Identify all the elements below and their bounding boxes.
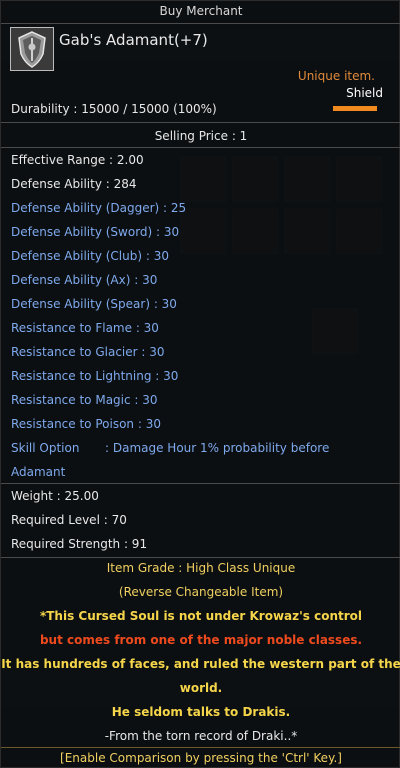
stat-defense-ax: Defense Ability (Ax) : 30 (11, 273, 158, 287)
skill-option-text: : Damage Hour 1% probability before (105, 441, 330, 455)
lore-line: *This Cursed Soul is not under Krowaz's … (39, 609, 363, 623)
item-tooltip: Buy Merchant Gab's Adamant(+7) Unique it… (0, 0, 400, 768)
stat-defense-dagger: Defense Ability (Dagger) : 25 (11, 201, 187, 215)
selling-price: Selling Price : 1 (154, 129, 248, 143)
lore-source: -From the torn record of Draki..* (104, 729, 298, 743)
stat-defense-spear: Defense Ability (Spear) : 30 (11, 297, 177, 311)
item-type: Shield (346, 86, 383, 100)
lore-line: world. (179, 681, 223, 695)
rarity-label: Unique item. (297, 69, 375, 83)
lore-line: It has hundreds of faces, and ruled the … (1, 657, 400, 671)
skill-option-label: Skill Option (11, 441, 80, 455)
durability: Durability : 15000 / 15000 (100%) (11, 102, 217, 116)
stat-defense-sword: Defense Ability (Sword) : 30 (11, 225, 180, 239)
item-type-bar (333, 106, 377, 111)
required-level: Required Level : 70 (11, 513, 127, 527)
required-strength: Required Strength : 91 (11, 537, 148, 551)
comparison-hint: [Enable Comparison by pressing the 'Ctrl… (60, 751, 342, 765)
divider (1, 483, 400, 484)
stat-defense: Defense Ability : 284 (11, 177, 137, 191)
weight: Weight : 25.00 (11, 489, 99, 503)
reverse-changeable: (Reverse Changeable Item) (118, 585, 284, 599)
stat-resist-glacier: Resistance to Glacier : 30 (11, 345, 165, 359)
stat-resist-lightning: Resistance to Lightning : 30 (11, 369, 179, 383)
item-grade: Item Grade : High Class Unique (106, 561, 296, 575)
stat-resist-flame: Resistance to Flame : 30 (11, 321, 159, 335)
window-title: Buy Merchant (159, 4, 243, 18)
lore-line: but comes from one of the major noble cl… (39, 633, 363, 647)
shield-icon (10, 27, 54, 71)
lore-line: He seldom talks to Drakis. (111, 705, 291, 719)
stat-resist-poison: Resistance to Poison : 30 (11, 417, 161, 431)
divider (1, 147, 400, 148)
stat-resist-magic: Resistance to Magic : 30 (11, 393, 158, 407)
item-name: Gab's Adamant(+7) (59, 31, 208, 49)
stat-effective-range: Effective Range : 2.00 (11, 153, 144, 167)
divider (1, 747, 400, 748)
divider (1, 23, 400, 24)
skill-option-text-cont: Adamant (11, 465, 66, 479)
divider (1, 122, 400, 123)
stat-defense-club: Defense Ability (Club) : 30 (11, 249, 169, 263)
divider (1, 557, 400, 558)
